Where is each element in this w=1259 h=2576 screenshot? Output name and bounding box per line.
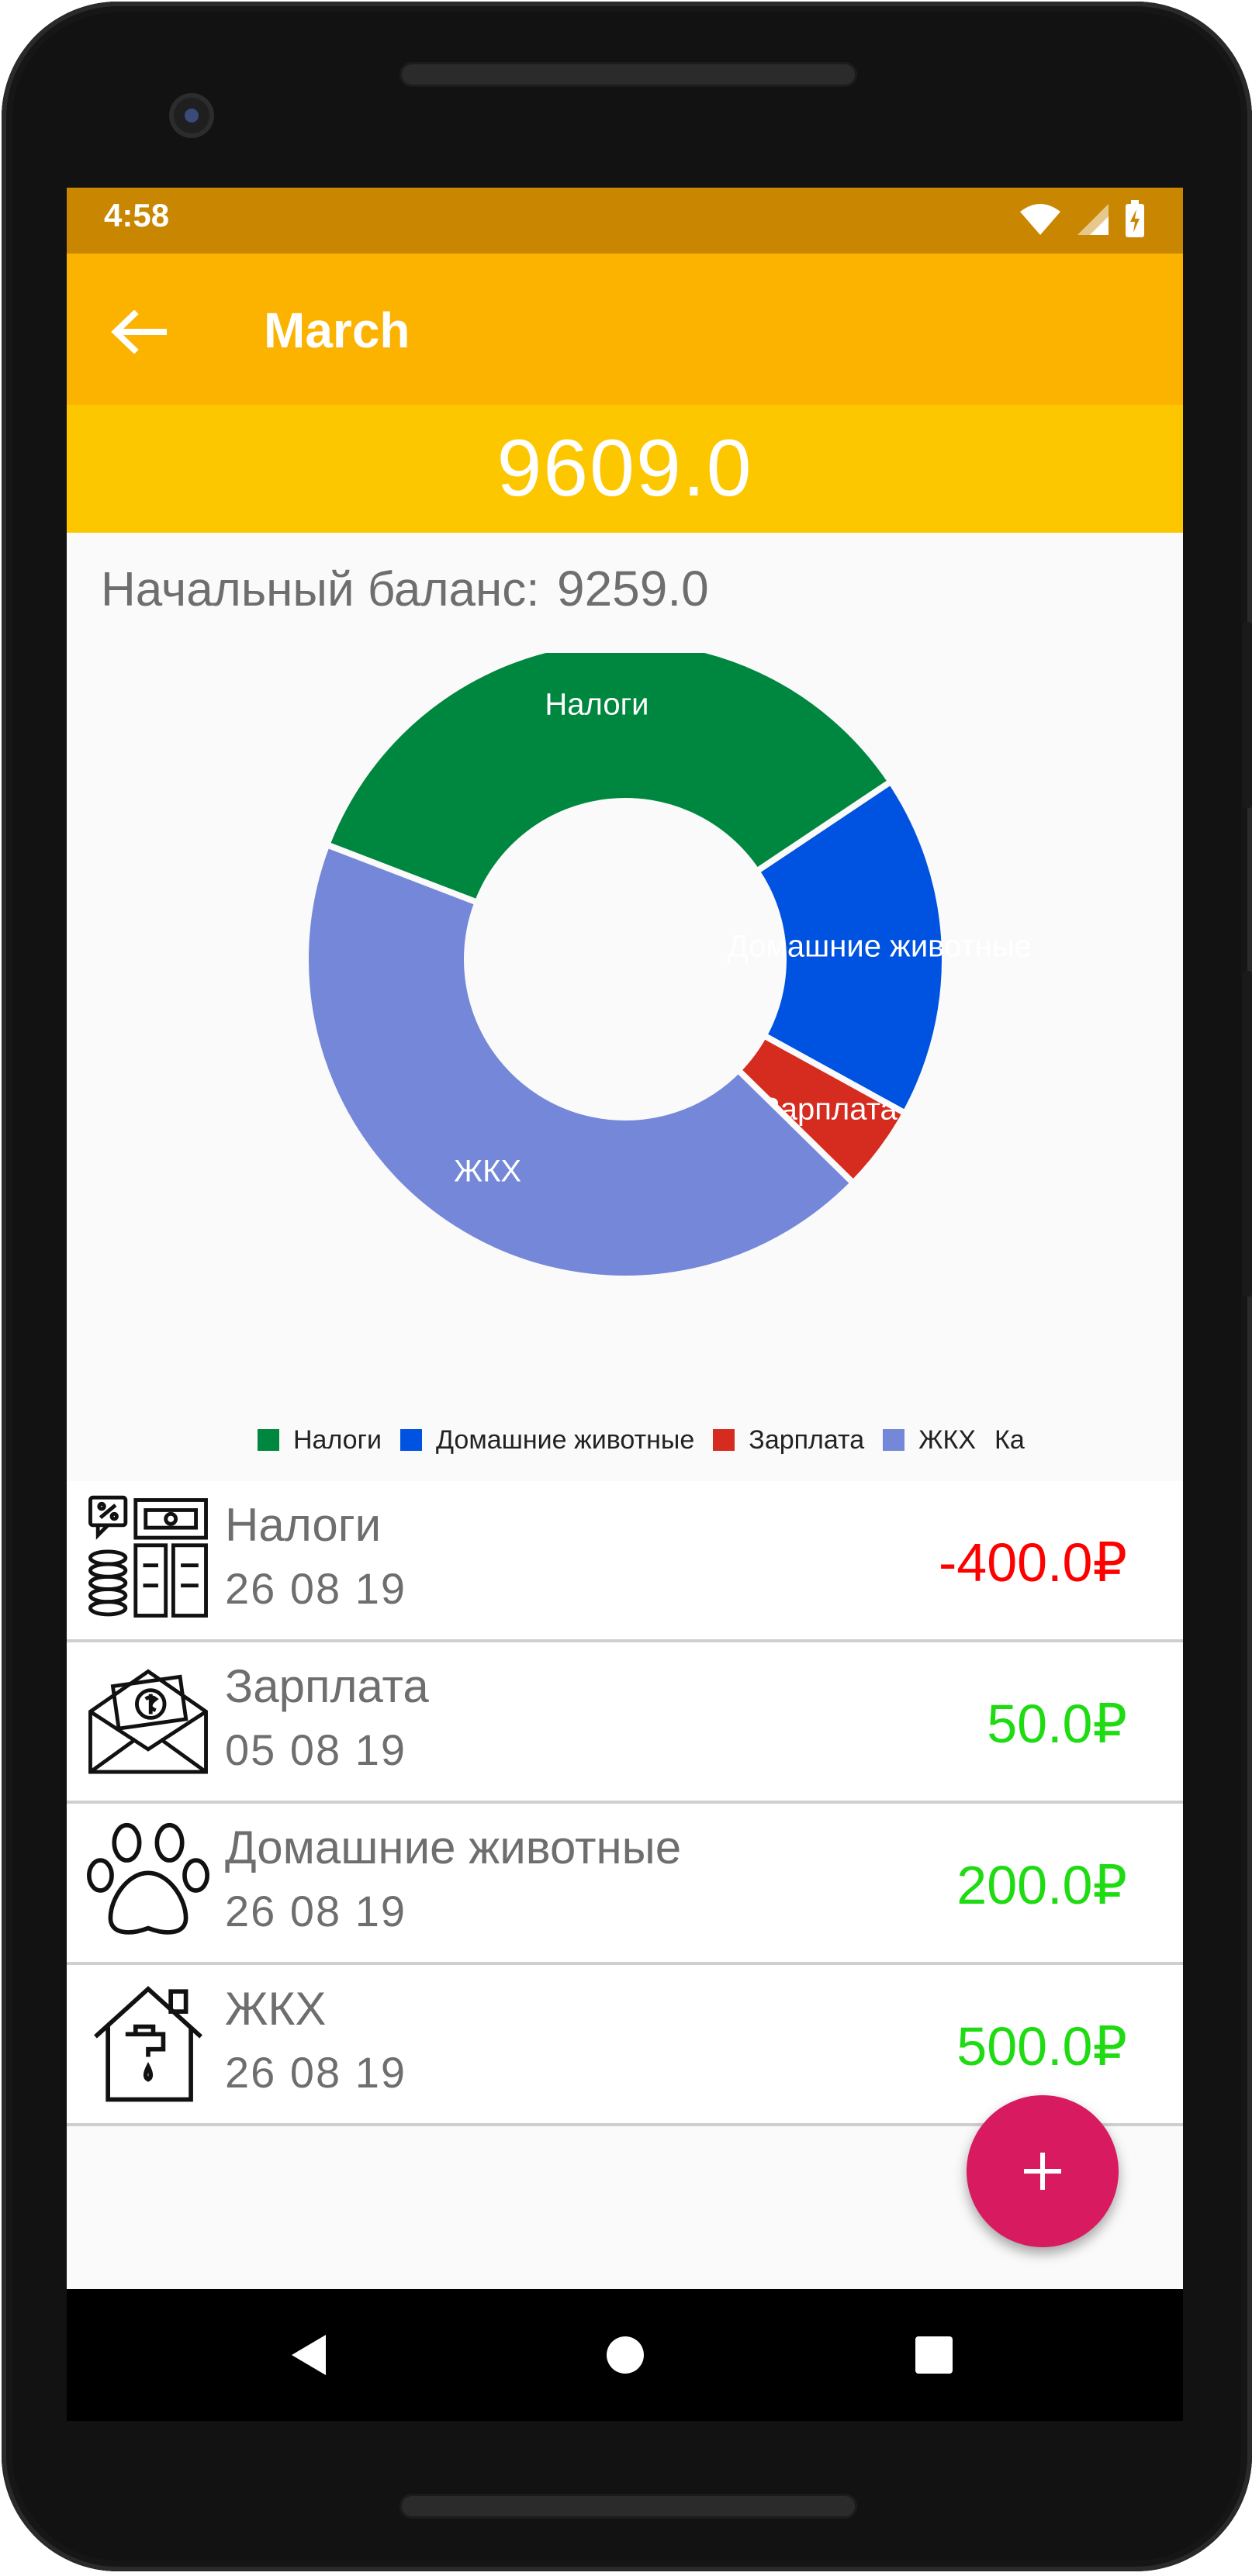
legend-label: Ка [994,1424,1025,1455]
paw-icon [87,1822,209,1935]
transaction-row[interactable]: Зарплата 05 08 19 50.0₽ [67,1642,1183,1804]
battery-charging-icon [1126,200,1144,237]
legend-item: Ка [994,1425,1025,1455]
add-transaction-button[interactable] [967,2095,1119,2247]
legend-label: Зарплата [749,1424,865,1455]
legend-item: Налоги [258,1425,382,1455]
system-nav-bar [67,2289,1183,2421]
taxes-icon [88,1495,208,1618]
nav-back-icon [292,2335,326,2375]
transaction-row[interactable]: Домашние животные 26 08 19 200.0₽ [67,1804,1183,1965]
house-faucet-icon [94,1986,202,2102]
transaction-name: Налоги [225,1499,382,1551]
transaction-amount: 500.0₽ [956,2016,1127,2077]
transaction-date: 26 08 19 [225,2048,406,2097]
status-time: 4:58 [104,197,170,233]
chart-legend: Налоги Домашние животные Зарплата ЖКХ Ка [258,1417,1103,1463]
nav-home-icon [607,2336,644,2374]
start-balance-value: 9259.0 [556,561,709,616]
transaction-name: ЖКХ [225,1983,327,2035]
back-button[interactable] [104,297,174,367]
plus-icon [1024,2153,1061,2190]
nav-recents-button[interactable] [903,2324,965,2386]
transaction-row[interactable]: Налоги 26 08 19 -400.0₽ [67,1481,1183,1642]
legend-swatch [713,1429,735,1451]
legend-item: Зарплата [713,1425,864,1455]
legend-swatch [400,1429,422,1451]
transaction-list: Налоги 26 08 19 -400.0₽ Зарплата 05 08 1… [67,1481,1183,2126]
front-camera [169,93,214,138]
nav-back-button[interactable] [278,2324,340,2386]
status-icons [1019,200,1146,239]
transaction-date: 05 08 19 [225,1725,406,1774]
transaction-amount: 50.0₽ [987,1694,1127,1754]
nav-recents-icon [915,2336,953,2374]
balance-header: 9609.0 [67,405,1183,533]
arrow-left-icon [111,310,167,354]
transaction-name: Домашние животные [225,1822,682,1873]
current-balance: 9609.0 [496,423,753,513]
legend-label: Домашние животные [436,1424,695,1455]
legend-item: ЖКХ [883,1425,976,1455]
app-screen: 4:58 March 9609.0 Начальный баланс: 9259… [67,188,1183,2421]
transaction-date: 26 08 19 [225,1887,406,1935]
top-speaker [399,62,857,87]
slice-label: Налоги [545,688,649,722]
legend-label: ЖКХ [918,1424,977,1455]
power-button [1243,622,1252,808]
status-bar: 4:58 [67,188,1183,254]
salary-envelope-icon [88,1669,208,1774]
volume-button [1243,971,1252,1297]
signal-icon [1077,204,1109,235]
transaction-name: Зарплата [225,1660,429,1712]
start-balance-row: Начальный баланс: 9259.0 [101,560,709,617]
transaction-amount: -400.0₽ [938,1532,1127,1593]
transaction-amount: 200.0₽ [956,1855,1127,1915]
app-bar: March [67,254,1183,405]
page-title: March [264,302,410,358]
legend-item: Домашние животные [400,1425,694,1455]
bottom-speaker [399,2494,857,2519]
legend-swatch [258,1429,279,1451]
slice-label: Домашние животные [728,929,1032,963]
slice-label: ЖКХ [454,1154,521,1188]
nav-home-button[interactable] [594,2324,656,2386]
legend-label: Налоги [293,1424,382,1455]
wifi-icon [1020,204,1060,235]
legend-swatch [883,1429,905,1451]
start-balance-label: Начальный баланс: [101,563,540,616]
transaction-date: 26 08 19 [225,1564,406,1613]
